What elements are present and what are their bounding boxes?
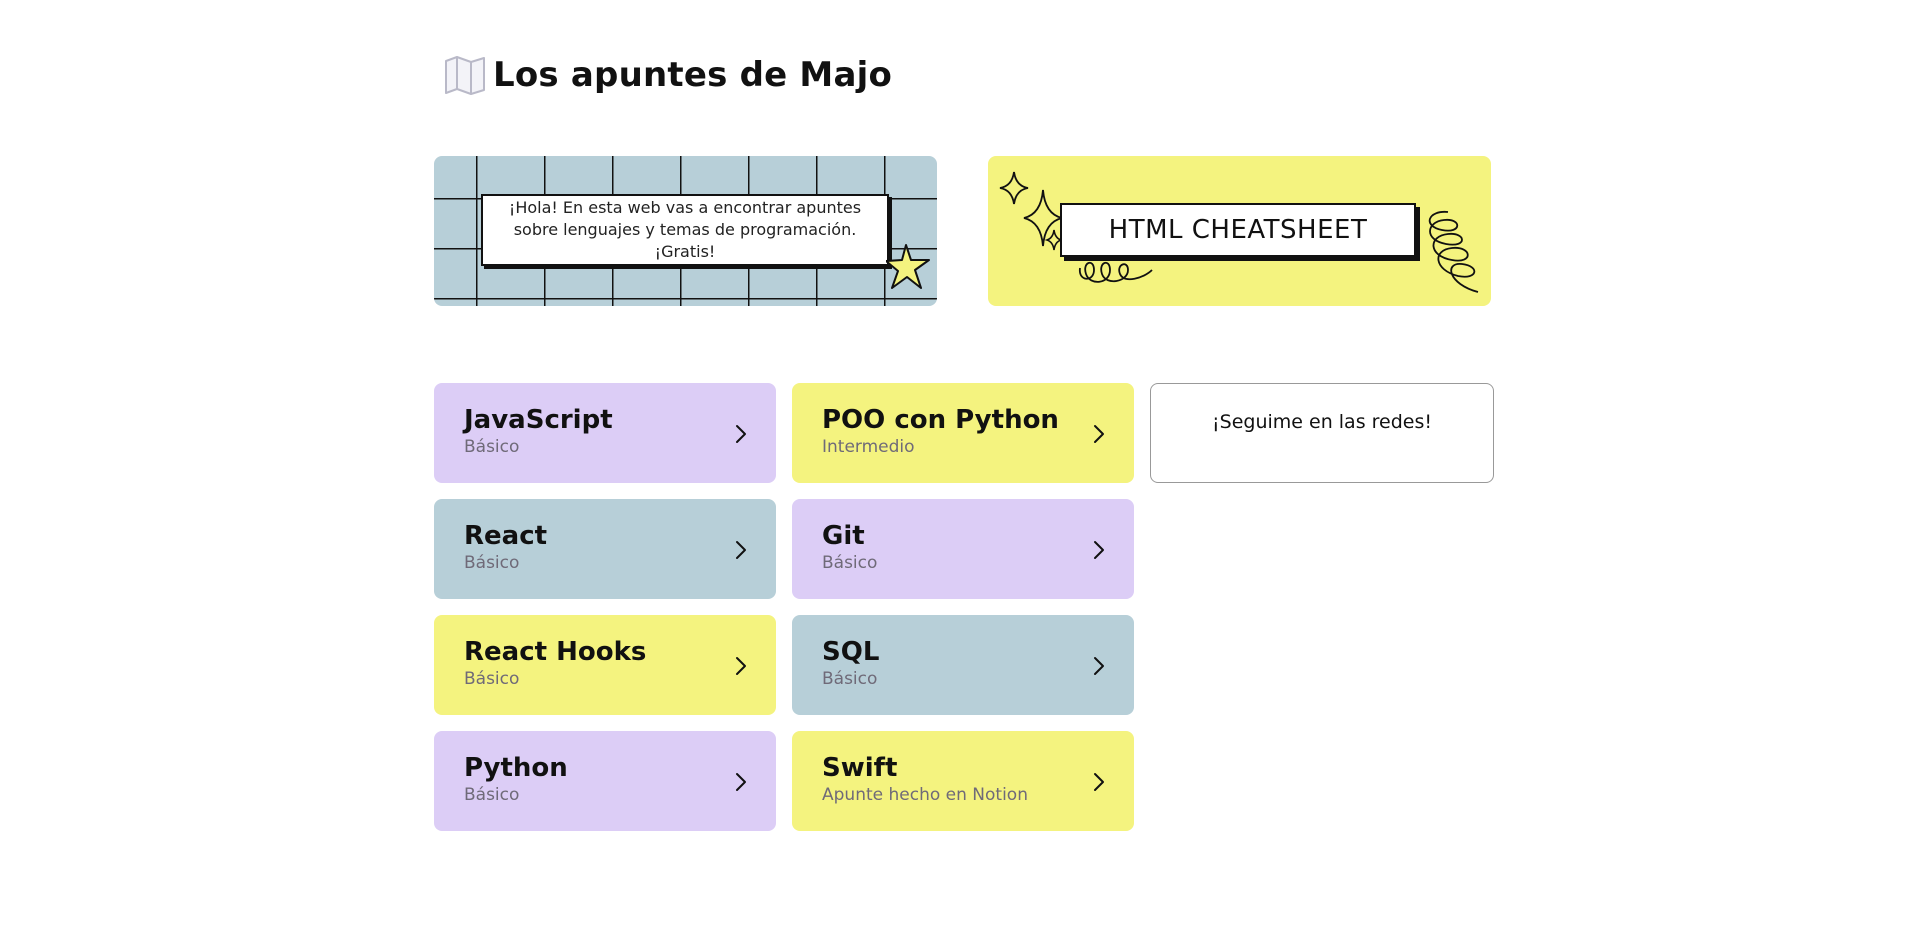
chevron-right-icon	[1094, 657, 1104, 675]
card-title: React	[464, 521, 548, 551]
folded-map-icon	[445, 56, 485, 95]
card-subtitle: Básico	[464, 669, 520, 689]
card-subtitle: Básico	[464, 553, 520, 573]
card-swift[interactable]: Swift Apunte hecho en Notion	[792, 731, 1134, 831]
star-icon	[886, 244, 930, 289]
site-header: Los apuntes de Majo	[443, 53, 892, 97]
card-title: Swift	[822, 753, 898, 783]
intro-banner[interactable]: ¡Hola! En esta web vas a encontrar apunt…	[434, 156, 937, 306]
card-subtitle: Básico	[822, 553, 878, 573]
card-subtitle: Básico	[822, 669, 878, 689]
card-poo-python[interactable]: POO con Python Intermedio	[792, 383, 1134, 483]
card-title: POO con Python	[822, 405, 1059, 435]
loops-icon	[1428, 211, 1479, 293]
chevron-right-icon	[1094, 541, 1104, 559]
card-subtitle: Apunte hecho en Notion	[822, 785, 1028, 805]
chevron-right-icon	[736, 541, 746, 559]
intro-note: ¡Hola! En esta web vas a encontrar apunt…	[481, 194, 889, 266]
card-subtitle: Básico	[464, 437, 520, 457]
chevron-right-icon	[1094, 773, 1104, 791]
card-subtitle: Intermedio	[822, 437, 915, 457]
sparkles-icon	[999, 171, 1064, 251]
chevron-right-icon	[736, 425, 746, 443]
page: Los apuntes de Majo ¡Hola! En esta web v…	[0, 0, 1918, 934]
cheatsheet-label: HTML CHEATSHEET	[1060, 203, 1416, 257]
card-javascript[interactable]: JavaScript Básico	[434, 383, 776, 483]
card-sql[interactable]: SQL Básico	[792, 615, 1134, 715]
card-git[interactable]: Git Básico	[792, 499, 1134, 599]
chevron-right-icon	[1094, 425, 1104, 443]
card-subtitle: Básico	[464, 785, 520, 805]
card-react-hooks[interactable]: React Hooks Básico	[434, 615, 776, 715]
social-button[interactable]: ¡Seguime en las redes!	[1150, 383, 1494, 483]
site-title: Los apuntes de Majo	[493, 55, 893, 95]
chevron-right-icon	[736, 773, 746, 791]
card-python[interactable]: Python Básico	[434, 731, 776, 831]
card-title: SQL	[822, 637, 880, 667]
card-react[interactable]: React Básico	[434, 499, 776, 599]
card-title: Git	[822, 521, 865, 551]
cheatsheet-banner[interactable]: HTML CHEATSHEET	[988, 156, 1491, 306]
card-title: React Hooks	[464, 637, 647, 667]
chevron-right-icon	[736, 657, 746, 675]
card-title: JavaScript	[464, 405, 613, 435]
card-title: Python	[464, 753, 568, 783]
